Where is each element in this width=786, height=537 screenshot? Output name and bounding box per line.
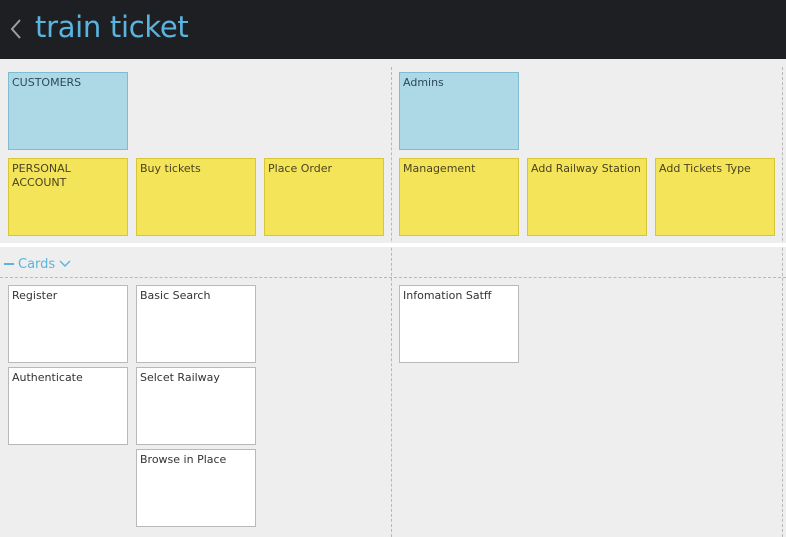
role-card-customers[interactable]: CUSTOMERS xyxy=(8,72,128,150)
cards-section-label: Cards xyxy=(18,256,56,272)
app-header: train ticket xyxy=(0,0,786,59)
activity-card-management[interactable]: Management xyxy=(399,158,519,236)
story-card-register[interactable]: Register xyxy=(8,285,128,363)
section-separator xyxy=(0,243,786,247)
page-title: train ticket xyxy=(35,10,189,44)
collapse-minus-icon xyxy=(4,263,14,265)
chevron-left-icon[interactable] xyxy=(6,14,28,44)
story-card-authenticate[interactable]: Authenticate xyxy=(8,367,128,445)
activity-card-add-railway-station[interactable]: Add Railway Station xyxy=(527,158,647,236)
cards-section-toggle[interactable]: Cards xyxy=(4,255,71,273)
activity-card-personal-account[interactable]: PERSONAL ACCOUNT xyxy=(8,158,128,236)
story-card-selcet-railway[interactable]: Selcet Railway xyxy=(136,367,256,445)
chevron-down-icon xyxy=(59,260,71,267)
column-divider xyxy=(391,67,392,537)
story-card-basic-search[interactable]: Basic Search xyxy=(136,285,256,363)
right-edge-divider xyxy=(782,67,783,537)
role-card-admins[interactable]: Admins xyxy=(399,72,519,150)
cards-row-divider xyxy=(0,277,786,278)
story-card-infomation-satff[interactable]: Infomation Satff xyxy=(399,285,519,363)
activity-card-add-tickets-type[interactable]: Add Tickets Type xyxy=(655,158,775,236)
story-card-browse-in-place[interactable]: Browse in Place xyxy=(136,449,256,527)
activity-card-buy-tickets[interactable]: Buy tickets xyxy=(136,158,256,236)
activity-card-place-order[interactable]: Place Order xyxy=(264,158,384,236)
